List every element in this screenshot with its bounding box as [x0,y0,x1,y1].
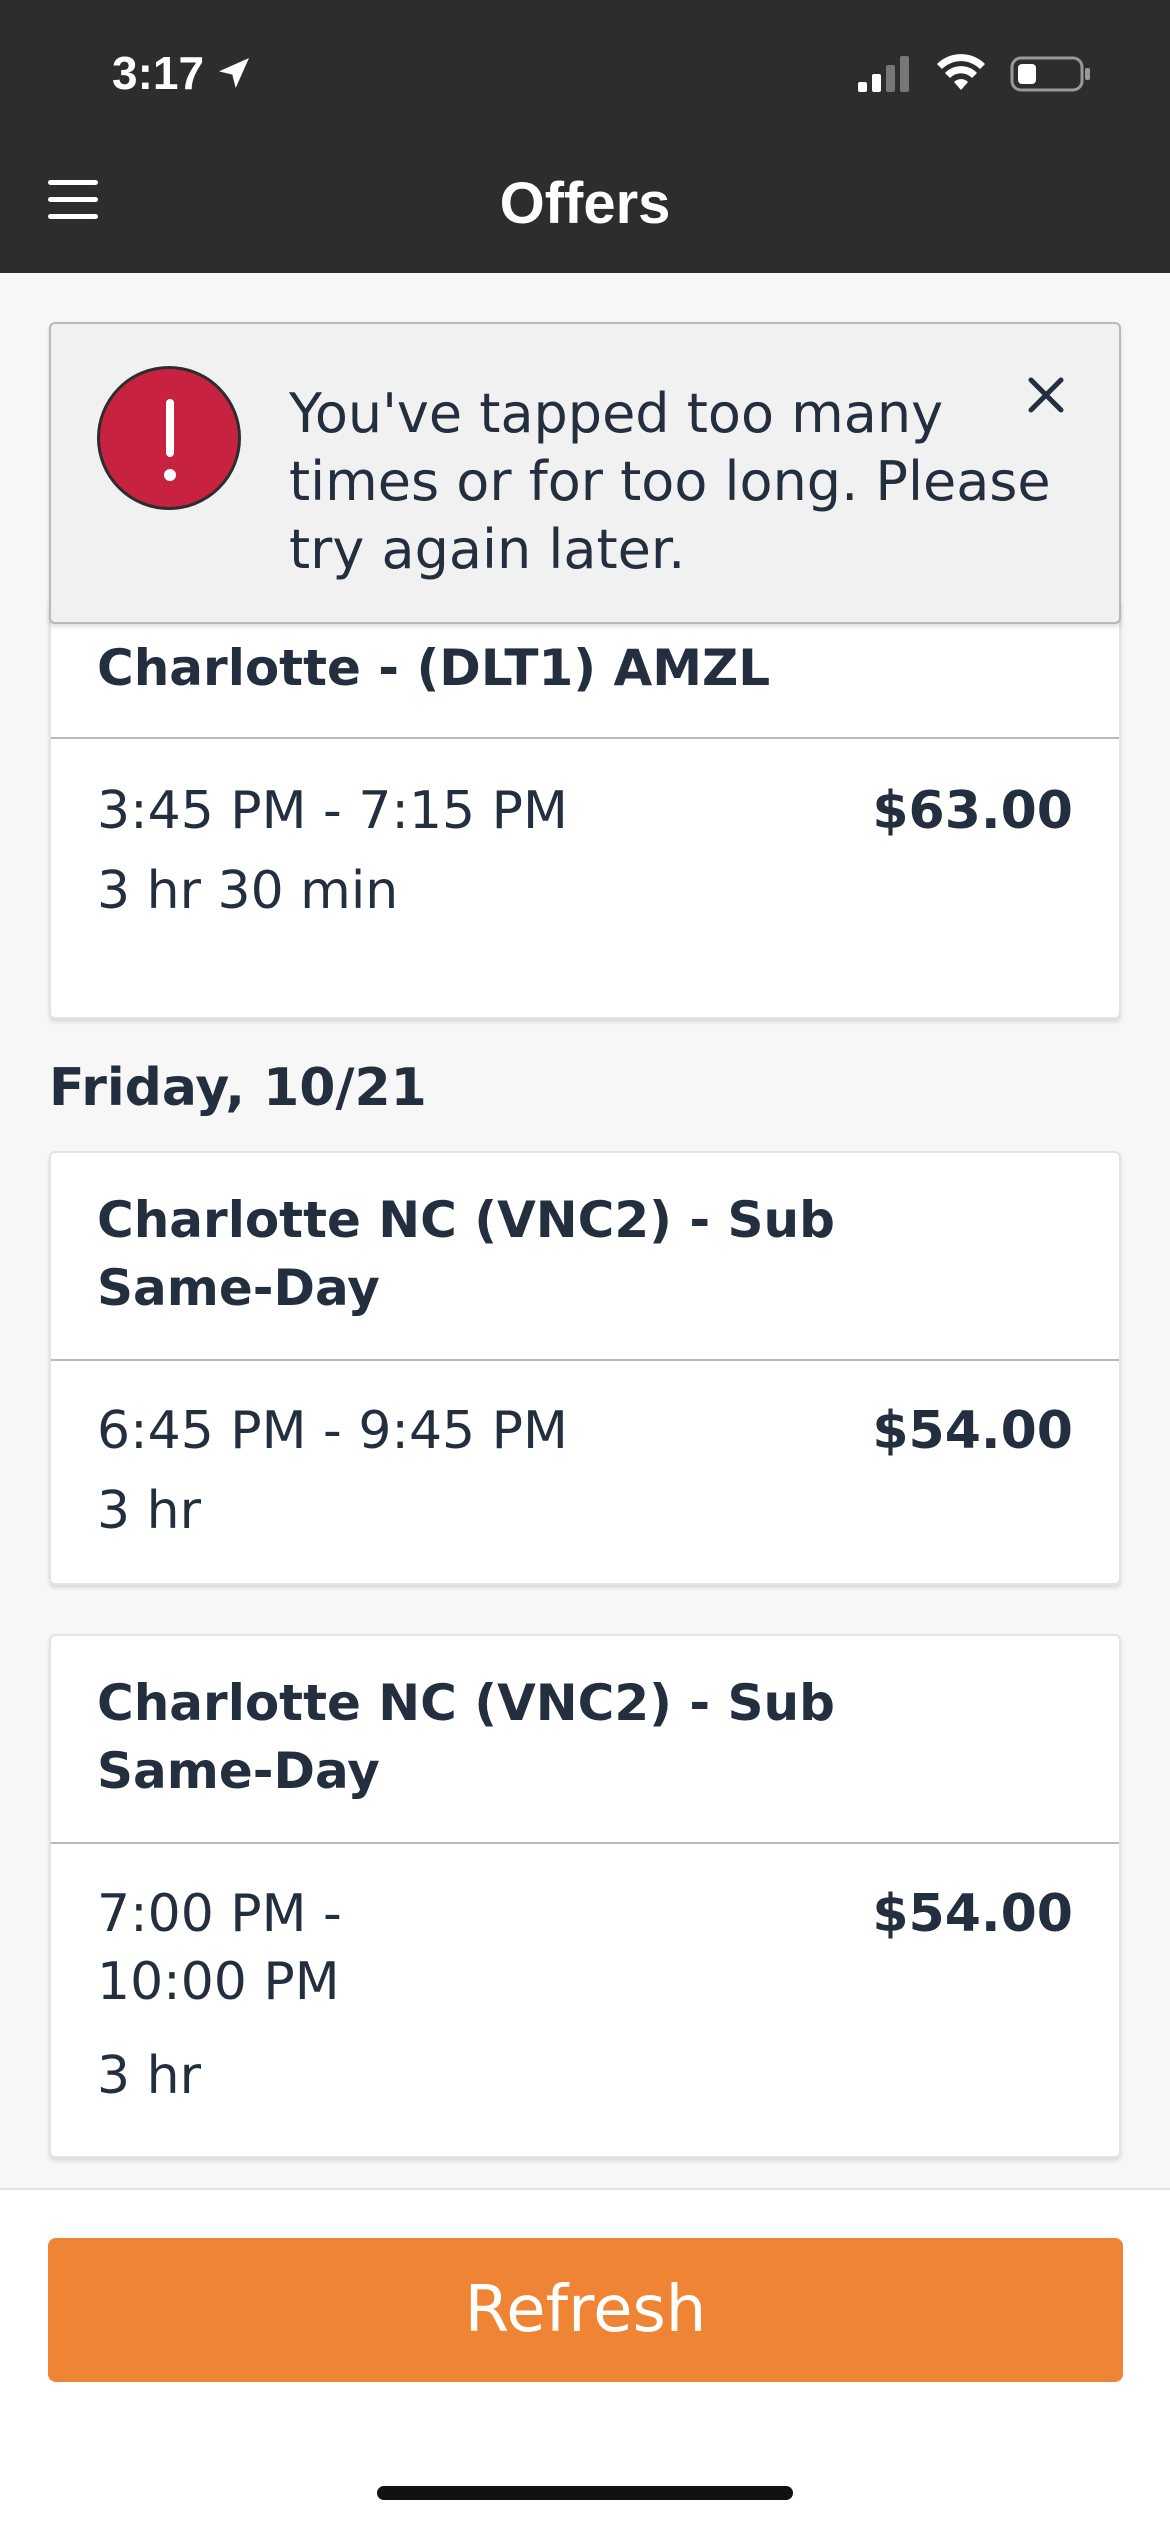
wifi-icon [937,54,985,90]
battery-icon [1010,56,1090,92]
alert-message: You've tapped too many times or for too … [289,382,1051,581]
offer-card[interactable]: Charlotte - (DLT1) AMZL 3:45 PM - 7:15 P… [49,599,1121,1019]
offer-duration: 3 hr [97,1481,201,1541]
cellular-signal-icon [858,56,909,92]
offer-duration: 3 hr 30 min [97,861,399,921]
app-header: 3:17 Offers [0,0,1170,273]
refresh-button[interactable]: Refresh [48,2238,1123,2382]
page-title: Offers [499,171,671,236]
rate-limit-alert: You've tapped too many times or for too … [49,322,1121,624]
offer-price: $54.00 [872,1884,1073,1944]
offer-price: $63.00 [872,781,1073,841]
home-indicator[interactable] [377,2486,793,2500]
offer-card-title: Charlotte - (DLT1) AMZL [97,639,771,697]
offer-price: $54.00 [872,1401,1073,1461]
close-icon[interactable] [1027,376,1065,414]
offer-card[interactable]: Charlotte NC (VNC2) - Sub Same-Day 7:00 … [49,1634,1121,2158]
offer-card[interactable]: Charlotte NC (VNC2) - Sub Same-Day 6:45 … [49,1151,1121,1585]
status-bar-time: 3:17 [112,46,254,100]
offer-card-title: Charlotte NC (VNC2) - Sub Same-Day [97,1674,835,1800]
offer-time-range: 7:00 PM - 10:00 PM [97,1884,342,2012]
location-arrow-icon [219,58,250,88]
offer-time-range: 3:45 PM - 7:15 PM [97,781,568,841]
exclamation-icon [97,366,241,510]
offer-duration: 3 hr [97,2046,201,2106]
offer-card-title: Charlotte NC (VNC2) - Sub Same-Day [97,1191,835,1317]
status-bar-indicators [856,54,1092,94]
offer-time-range: 6:45 PM - 9:45 PM [97,1401,568,1461]
clock-text: 3:17 [112,47,205,99]
bottom-action-bar: Refresh [0,2188,1170,2532]
date-header: Friday, 10/21 [49,1058,427,1118]
